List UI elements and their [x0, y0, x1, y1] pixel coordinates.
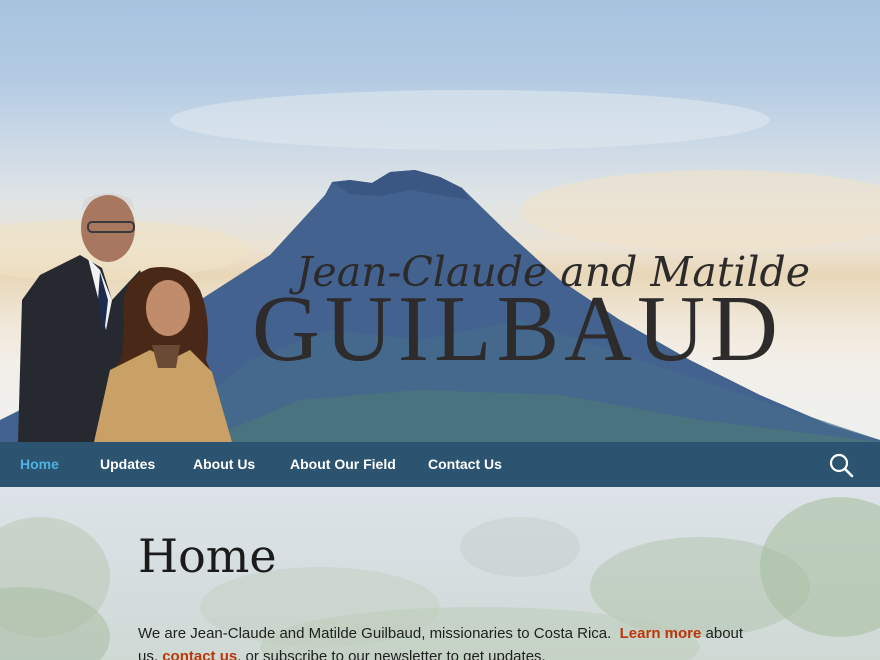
nav-item-updates[interactable]: Updates: [100, 442, 155, 487]
intro-text-3: , or subscribe to our newsletter to get …: [237, 648, 546, 660]
main-nav: Home Updates About Us About Our Field Co…: [0, 442, 880, 487]
main-content: Home We are Jean-Claude and Matilde Guil…: [0, 487, 880, 660]
nav-item-about-us[interactable]: About Us: [193, 442, 255, 487]
nav-item-about-our-field[interactable]: About Our Field: [290, 442, 396, 487]
search-button[interactable]: [828, 452, 854, 478]
contact-us-link[interactable]: contact us: [162, 648, 237, 660]
page-title: Home: [138, 529, 277, 583]
header-names-last: GUILBAUD: [252, 277, 783, 381]
learn-more-link[interactable]: Learn more: [620, 625, 702, 642]
nav-item-home[interactable]: Home: [20, 442, 59, 487]
intro-text-1: We are Jean-Claude and Matilde Guilbaud,…: [138, 625, 612, 642]
search-icon: [829, 453, 854, 478]
site-header[interactable]: Jean-Claude and Matilde GUILBAUD: [0, 0, 880, 442]
nav-item-contact-us[interactable]: Contact Us: [428, 442, 502, 487]
intro-paragraph: We are Jean-Claude and Matilde Guilbaud,…: [138, 622, 748, 660]
